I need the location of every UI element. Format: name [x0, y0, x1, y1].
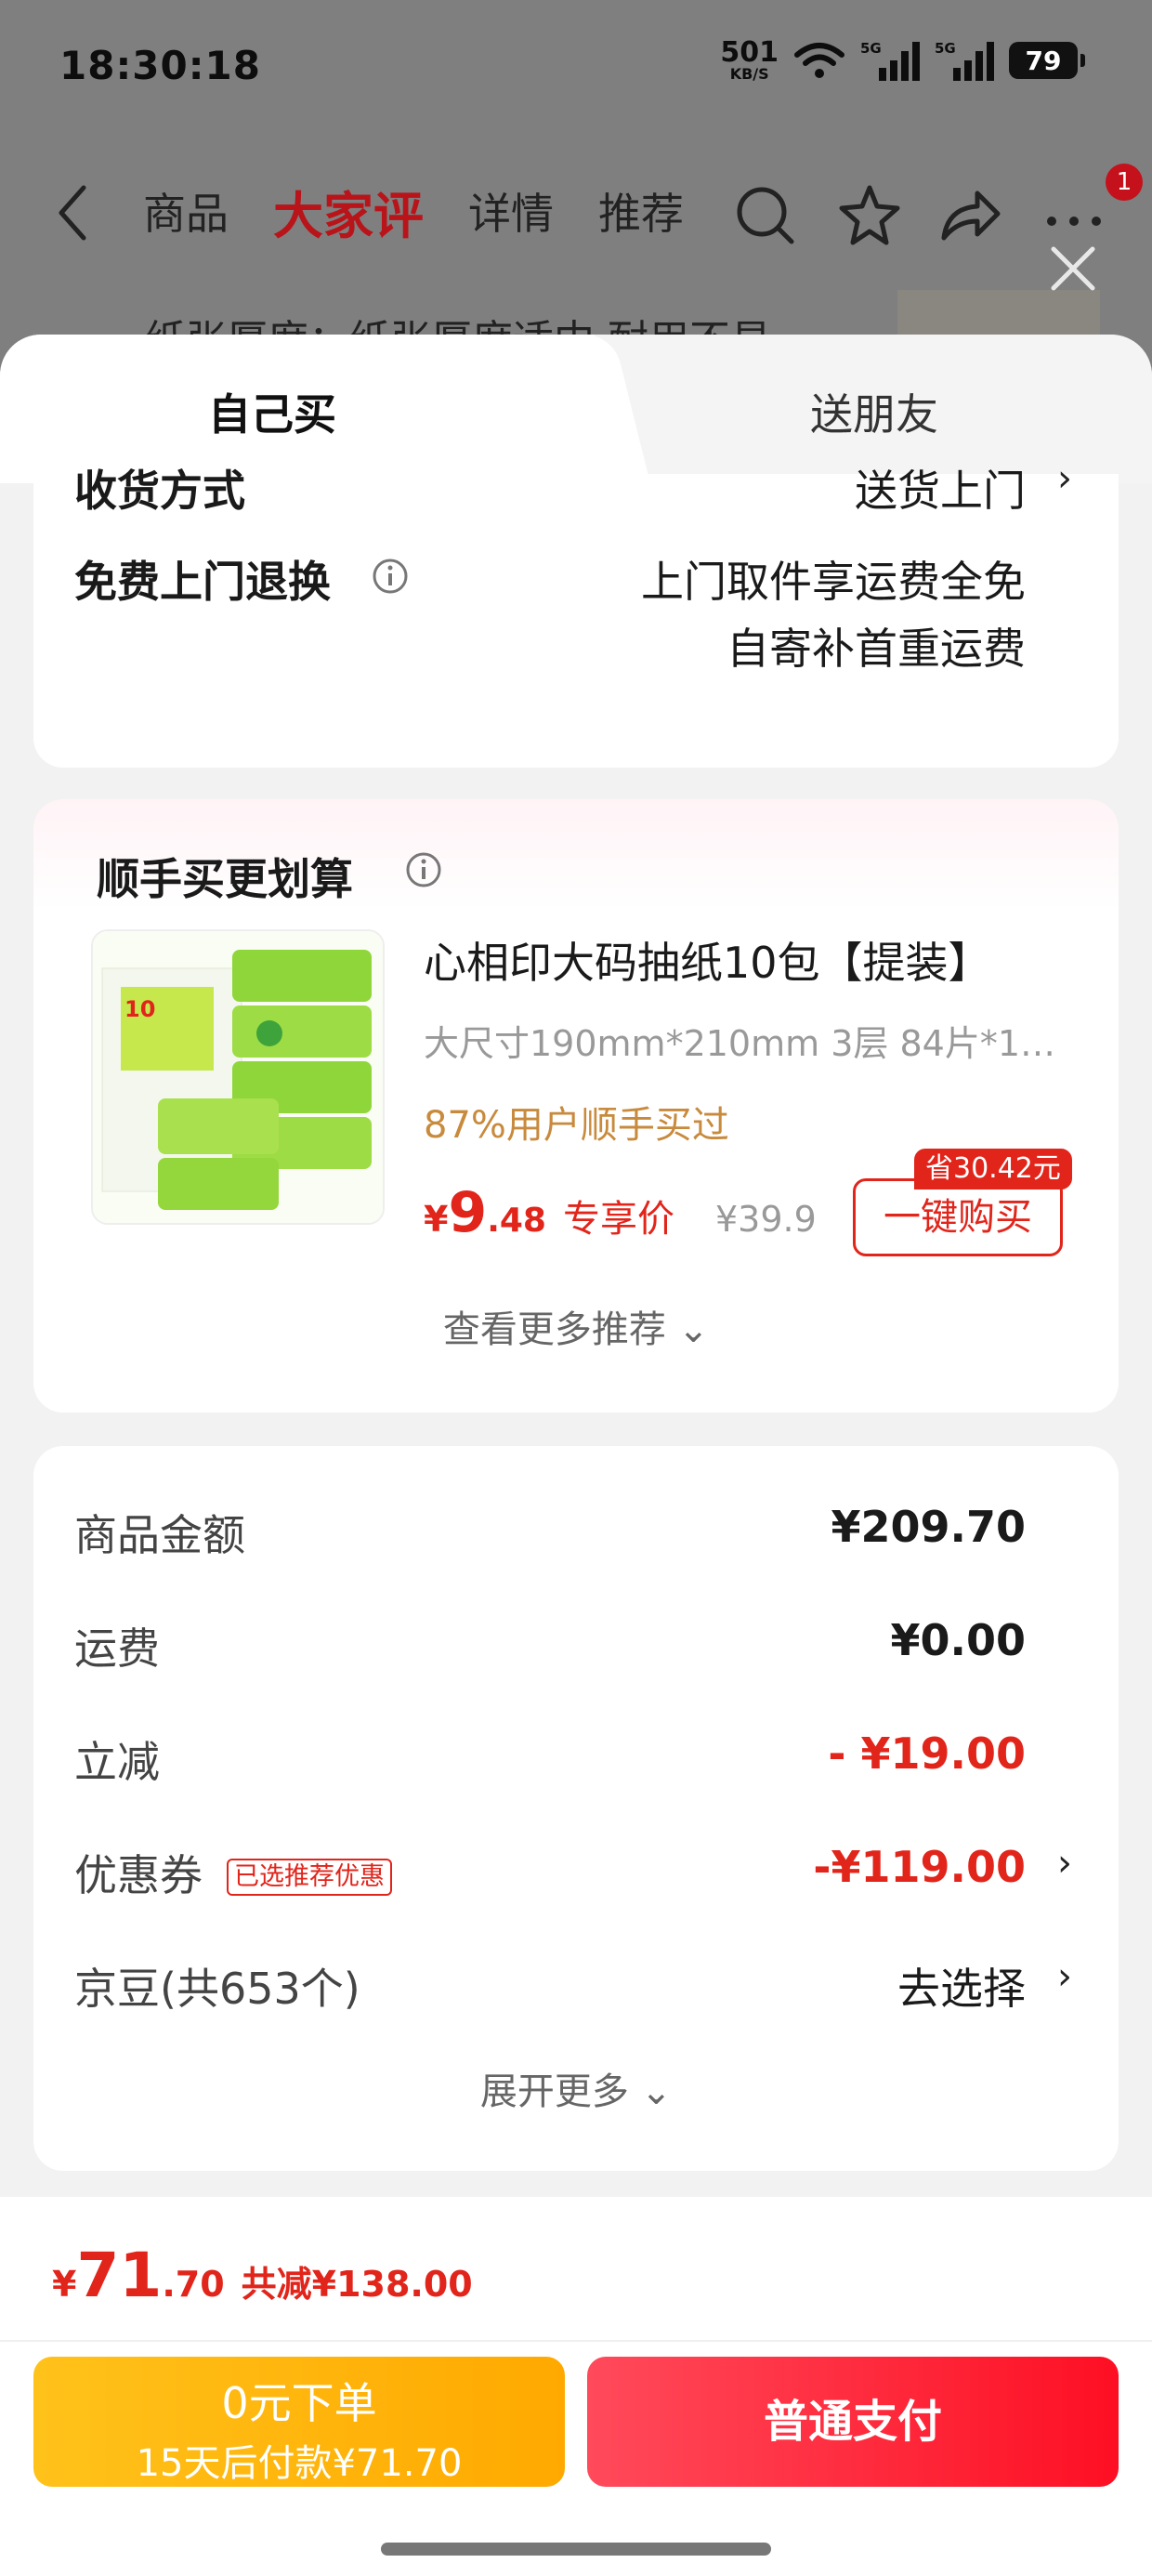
coupon-value[interactable]: -¥119.00	[813, 1842, 1026, 1892]
battery-icon: 79	[1009, 42, 1085, 79]
pay-later-subtitle: 15天后付款¥71.70	[136, 2442, 463, 2485]
view-more-recommendations[interactable]: 查看更多推荐 ⌄	[33, 1299, 1119, 1353]
price-currency: ¥	[424, 1199, 449, 1240]
buy-together-percent: 87%用户顺手买过	[424, 1104, 729, 1147]
product-spec: 大尺寸190mm*210mm 3层 84片*10...	[424, 1023, 1074, 1064]
one-click-buy-button[interactable]: 一键购买	[853, 1178, 1063, 1256]
info-icon[interactable]	[372, 558, 409, 595]
original-price: ¥39.9	[714, 1199, 817, 1240]
status-time: 18:30:18	[59, 43, 261, 88]
shipping-card: 收货方式 送货上门 › 免费上门退换 上门取件享运费全免 自寄补首重运费	[33, 457, 1119, 768]
recommend-title: 顺手买更划算	[97, 854, 353, 904]
exclusive-price-label: 专享价	[562, 1198, 674, 1241]
divider	[0, 2340, 1152, 2342]
total-integer: 71	[76, 2240, 163, 2311]
tab-gift-to-friend[interactable]: 送朋友	[810, 381, 938, 442]
net-speed-value: 501	[720, 36, 779, 69]
price-integer: 9	[448, 1180, 488, 1245]
nav-tab-product[interactable]: 商品	[143, 180, 229, 242]
normal-pay-button[interactable]: 普通支付	[587, 2357, 1119, 2487]
product-nav-bar: 商品 大家评 详情 推荐	[0, 167, 1152, 260]
cellular-signal-1-icon: 5G	[860, 40, 920, 81]
cellular-signal-2-icon: 5G	[935, 40, 994, 81]
share-icon[interactable]	[935, 180, 1005, 251]
price-decimal: .48	[487, 1202, 546, 1240]
info-icon[interactable]	[405, 851, 442, 888]
chevron-right-icon[interactable]: ›	[1057, 1955, 1072, 1998]
price-summary-card: 商品金额 ¥209.70 运费 ¥0.00 立减 - ¥19.00 优惠券 已选…	[33, 1446, 1119, 2171]
pay-later-button[interactable]: 0元下单 15天后付款¥71.70	[33, 2357, 565, 2487]
add-on-recommendation-card: 顺手买更划算 10 心相印大码抽纸10包【提装】 大尺寸190mm*210mm …	[33, 799, 1119, 1413]
shipping-fee-value: ¥0.00	[890, 1615, 1026, 1665]
checkout-bottom-bar: ¥ 71 .70 共减¥138.00 0元下单 15天后付款¥71.70 普通支…	[0, 2197, 1152, 2576]
free-return-line1: 上门取件享运费全免	[641, 557, 1026, 607]
notification-badge: 1	[1106, 164, 1143, 201]
chevron-right-icon[interactable]: ›	[1057, 457, 1072, 500]
back-arrow-icon[interactable]	[52, 180, 97, 245]
home-indicator[interactable]	[381, 2543, 771, 2556]
free-return-label: 免费上门退换	[74, 557, 331, 607]
net-speed: 501 KB/S	[720, 39, 779, 82]
status-bar: 18:30:18 501 KB/S 5G 5G 79	[0, 0, 1152, 139]
tissue-pack-image: 10	[93, 931, 383, 1223]
subtotal-value: ¥209.70	[831, 1502, 1026, 1552]
svg-text:10: 10	[124, 996, 155, 1022]
product-thumbnail[interactable]: 10	[91, 929, 385, 1225]
nav-tab-recommend[interactable]: 推荐	[598, 180, 684, 242]
instant-discount-value: - ¥19.00	[828, 1728, 1026, 1779]
net-speed-unit: KB/S	[729, 65, 769, 83]
instant-discount-label: 立减	[74, 1737, 160, 1787]
status-icons: 501 KB/S 5G 5G 79	[720, 39, 1085, 82]
free-return-line2: 自寄补首重运费	[727, 624, 1026, 674]
coupon-recommended-badge: 已选推荐优惠	[227, 1859, 392, 1896]
product-title[interactable]: 心相印大码抽纸10包【提装】	[424, 929, 991, 991]
total-currency: ¥	[52, 2264, 77, 2305]
nav-tab-details[interactable]: 详情	[468, 180, 554, 242]
save-amount-tag: 省30.42元	[914, 1149, 1072, 1189]
total-price: ¥ 71 .70 共减¥138.00	[52, 2240, 473, 2311]
chevron-right-icon[interactable]: ›	[1057, 1842, 1072, 1885]
star-icon[interactable]	[834, 180, 905, 251]
tab-buy-for-self-label[interactable]: 自己买	[208, 381, 336, 442]
pay-later-title: 0元下单	[221, 2378, 377, 2428]
coupon-label: 优惠券	[74, 1850, 203, 1900]
shipping-fee-label: 运费	[74, 1623, 160, 1674]
total-saved[interactable]: 共减¥138.00	[242, 2255, 473, 2307]
subtotal-label: 商品金额	[74, 1510, 245, 1560]
product-price: ¥ 9 .48 专享价 ¥39.9	[424, 1180, 817, 1245]
delivery-method-value[interactable]: 送货上门	[855, 457, 1026, 519]
close-icon[interactable]	[1044, 240, 1102, 297]
background-product-page: 18:30:18 501 KB/S 5G 5G 79 商品 大家评 详情 推荐 …	[0, 0, 1152, 390]
delivery-method-label: 收货方式	[74, 466, 245, 516]
signal-1-label: 5G	[860, 40, 882, 57]
expand-more[interactable]: 展开更多 ⌄	[33, 2061, 1119, 2115]
jd-beans-label: 京豆(共653个)	[74, 1964, 360, 2014]
signal-2-label: 5G	[935, 40, 956, 57]
search-icon[interactable]	[730, 180, 801, 251]
wifi-icon	[794, 43, 844, 78]
total-decimal: .70	[162, 2264, 225, 2305]
nav-tab-reviews[interactable]: 大家评	[273, 175, 424, 248]
jd-beans-select[interactable]: 去选择	[897, 1955, 1026, 2017]
